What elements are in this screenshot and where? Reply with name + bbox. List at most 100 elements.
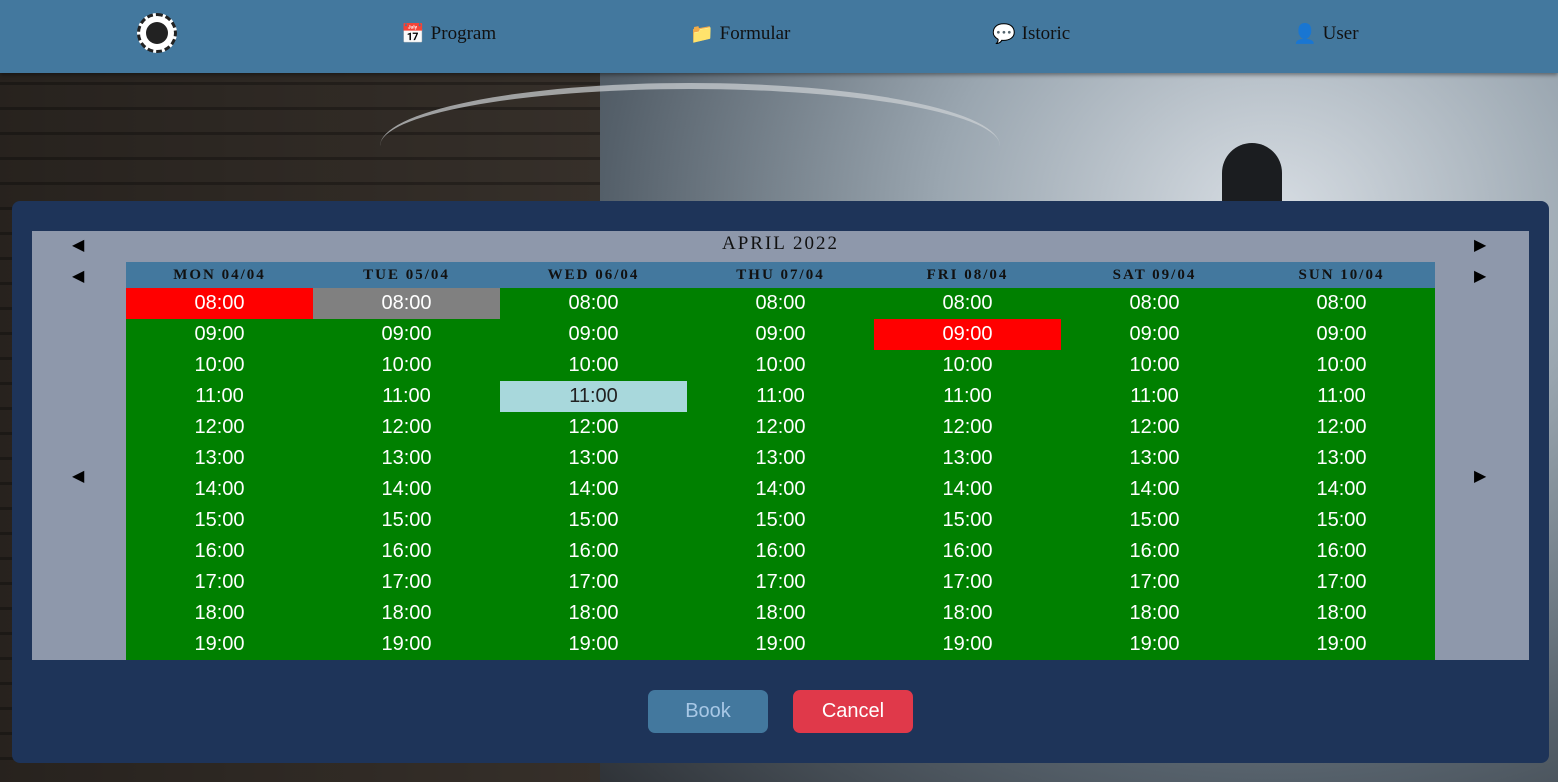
time-slot[interactable]: 14:00 — [126, 474, 313, 505]
time-slot[interactable]: 18:00 — [687, 598, 874, 629]
time-slot[interactable]: 09:00 — [687, 319, 874, 350]
nav-program[interactable]: 📅 Program — [401, 22, 496, 46]
time-slot[interactable]: 19:00 — [1061, 629, 1248, 660]
time-slot[interactable]: 19:00 — [500, 629, 687, 660]
time-slot[interactable]: 14:00 — [874, 474, 1061, 505]
time-slot[interactable]: 13:00 — [313, 443, 500, 474]
time-slot[interactable]: 17:00 — [1061, 567, 1248, 598]
time-slot[interactable]: 19:00 — [687, 629, 874, 660]
time-slot[interactable]: 17:00 — [126, 567, 313, 598]
time-slot[interactable]: 11:00 — [874, 381, 1061, 412]
time-slot[interactable]: 09:00 — [1061, 319, 1248, 350]
time-slot[interactable]: 18:00 — [874, 598, 1061, 629]
time-slot[interactable]: 12:00 — [500, 412, 687, 443]
time-slot[interactable]: 16:00 — [1061, 536, 1248, 567]
time-slot[interactable]: 11:00 — [500, 381, 687, 412]
time-slot[interactable]: 11:00 — [1061, 381, 1248, 412]
time-slot[interactable]: 15:00 — [1061, 505, 1248, 536]
time-slot[interactable]: 13:00 — [874, 443, 1061, 474]
time-slot[interactable]: 08:00 — [1061, 288, 1248, 319]
time-slot[interactable]: 14:00 — [500, 474, 687, 505]
time-slot[interactable]: 09:00 — [874, 319, 1061, 350]
prev-day-arrow[interactable]: ◀ — [72, 466, 84, 485]
time-slot[interactable]: 18:00 — [126, 598, 313, 629]
time-slot[interactable]: 09:00 — [313, 319, 500, 350]
time-slot[interactable]: 10:00 — [126, 350, 313, 381]
time-slot[interactable]: 11:00 — [687, 381, 874, 412]
time-slot[interactable]: 10:00 — [1061, 350, 1248, 381]
time-slot[interactable]: 09:00 — [1248, 319, 1435, 350]
time-slot[interactable]: 09:00 — [126, 319, 313, 350]
time-slot[interactable]: 12:00 — [313, 412, 500, 443]
time-slot[interactable]: 17:00 — [874, 567, 1061, 598]
time-slot[interactable]: 14:00 — [687, 474, 874, 505]
time-slot[interactable]: 17:00 — [1248, 567, 1435, 598]
time-slot[interactable]: 14:00 — [313, 474, 500, 505]
time-slot[interactable]: 19:00 — [313, 629, 500, 660]
time-slot[interactable]: 15:00 — [126, 505, 313, 536]
time-slot[interactable]: 19:00 — [874, 629, 1061, 660]
time-slot[interactable]: 10:00 — [1248, 350, 1435, 381]
time-slot[interactable]: 13:00 — [687, 443, 874, 474]
time-slot[interactable]: 13:00 — [126, 443, 313, 474]
time-slot[interactable]: 08:00 — [1248, 288, 1435, 319]
time-slot[interactable]: 10:00 — [874, 350, 1061, 381]
calendar-panel: ◀ APRIL 2022 ▶ ◀ ▶ ◀ ▶ MON 04/04 TUE 05/0… — [32, 231, 1529, 660]
time-slot[interactable]: 16:00 — [313, 536, 500, 567]
day-header: MON 04/04 — [173, 267, 266, 283]
time-slot[interactable]: 17:00 — [313, 567, 500, 598]
time-slot[interactable]: 15:00 — [687, 505, 874, 536]
time-slot[interactable]: 14:00 — [1061, 474, 1248, 505]
time-slot[interactable]: 16:00 — [1248, 536, 1435, 567]
time-slot[interactable]: 10:00 — [313, 350, 500, 381]
time-slot[interactable]: 12:00 — [874, 412, 1061, 443]
time-slot[interactable]: 08:00 — [126, 288, 313, 319]
time-slot[interactable]: 12:00 — [687, 412, 874, 443]
time-slot[interactable]: 11:00 — [313, 381, 500, 412]
folder-icon: 📁 — [690, 23, 714, 45]
time-slot[interactable]: 18:00 — [1061, 598, 1248, 629]
time-slot[interactable]: 19:00 — [1248, 629, 1435, 660]
time-slot[interactable]: 15:00 — [500, 505, 687, 536]
time-slot[interactable]: 16:00 — [874, 536, 1061, 567]
time-slot[interactable]: 10:00 — [500, 350, 687, 381]
nav-formular[interactable]: 📁 Formular — [690, 22, 790, 46]
time-slot[interactable]: 12:00 — [1248, 412, 1435, 443]
time-slot[interactable]: 17:00 — [687, 567, 874, 598]
time-slot[interactable]: 15:00 — [313, 505, 500, 536]
next-month-arrow[interactable]: ▶ — [1474, 235, 1486, 254]
time-slot[interactable]: 13:00 — [1061, 443, 1248, 474]
time-slot[interactable]: 16:00 — [500, 536, 687, 567]
club-logo-icon[interactable] — [137, 13, 177, 53]
time-slot[interactable]: 11:00 — [1248, 381, 1435, 412]
time-slot[interactable]: 11:00 — [126, 381, 313, 412]
time-slot[interactable]: 18:00 — [1248, 598, 1435, 629]
time-slot[interactable]: 08:00 — [687, 288, 874, 319]
time-slot[interactable]: 17:00 — [500, 567, 687, 598]
book-button[interactable]: Book — [648, 690, 768, 733]
time-slot[interactable]: 16:00 — [126, 536, 313, 567]
next-week-arrow[interactable]: ▶ — [1474, 266, 1486, 285]
next-day-arrow[interactable]: ▶ — [1474, 466, 1486, 485]
time-slot[interactable]: 09:00 — [500, 319, 687, 350]
prev-week-arrow[interactable]: ◀ — [72, 266, 84, 285]
time-slot[interactable]: 13:00 — [500, 443, 687, 474]
time-slot[interactable]: 08:00 — [500, 288, 687, 319]
nav-formular-label: Formular — [719, 23, 791, 44]
time-slot[interactable]: 15:00 — [1248, 505, 1435, 536]
time-slot[interactable]: 14:00 — [1248, 474, 1435, 505]
time-slot[interactable]: 15:00 — [874, 505, 1061, 536]
nav-user[interactable]: 👤 User — [1293, 22, 1359, 46]
time-slot[interactable]: 08:00 — [874, 288, 1061, 319]
time-slot[interactable]: 10:00 — [687, 350, 874, 381]
nav-istoric[interactable]: 💬 Istoric — [992, 22, 1070, 46]
time-slot[interactable]: 18:00 — [313, 598, 500, 629]
time-slot[interactable]: 12:00 — [126, 412, 313, 443]
time-slot[interactable]: 13:00 — [1248, 443, 1435, 474]
time-slot[interactable]: 18:00 — [500, 598, 687, 629]
time-slot[interactable]: 08:00 — [313, 288, 500, 319]
time-slot[interactable]: 19:00 — [126, 629, 313, 660]
cancel-button[interactable]: Cancel — [793, 690, 913, 733]
time-slot[interactable]: 12:00 — [1061, 412, 1248, 443]
time-slot[interactable]: 16:00 — [687, 536, 874, 567]
